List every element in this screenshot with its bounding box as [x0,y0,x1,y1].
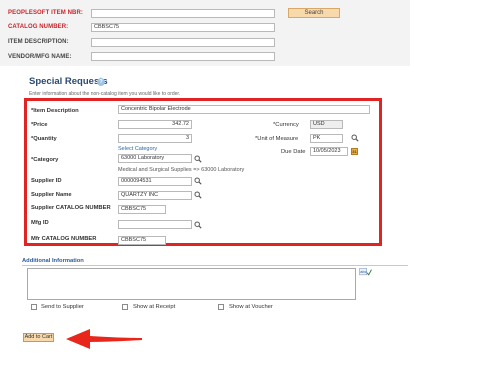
catalog-number-label: CATALOG NUMBER: [8,24,69,30]
peoplesoft-item-input[interactable] [91,9,275,18]
spell-check-icon[interactable]: abc [359,268,372,276]
supplier-catalog-input[interactable]: CBBSC75 [118,205,166,214]
additional-information-title: Additional Information [22,258,84,264]
item-description-label: *Item Description [31,108,79,114]
show-at-voucher-checkbox[interactable] [218,304,224,310]
svg-text:abc: abc [360,269,366,274]
additional-information-textarea[interactable] [27,268,356,300]
search-button[interactable]: Search [288,8,340,18]
item-description-input[interactable]: Concentric Bipolar Electrode [118,105,370,114]
special-requests-title: Special Requests [29,76,108,87]
mfr-catalog-label: Mfr CATALOG NUMBER [31,236,97,242]
add-to-cart-button[interactable]: Add to Cart [23,333,54,342]
mfg-id-label: Mfg ID [31,220,49,226]
special-requests-description: Enter information about the non-catalog … [29,91,181,97]
supplier-id-input[interactable]: 0000094531 [118,177,192,186]
section-divider [22,265,408,266]
price-input[interactable]: 342.72 [118,120,192,129]
send-to-supplier-label: Send to Supplier [41,304,84,310]
catalog-number-input[interactable]: CBBSC75 [91,23,275,32]
lookup-icon[interactable] [194,221,202,229]
lookup-icon[interactable] [194,177,202,185]
quantity-label: *Quantity [31,136,57,142]
show-at-receipt-checkbox[interactable] [122,304,128,310]
uom-input[interactable]: PK [310,134,343,143]
quantity-input[interactable]: 3 [118,134,192,143]
mfr-catalog-input[interactable]: CBBSC75 [118,236,166,245]
calendar-icon[interactable]: 31 [351,148,358,155]
supplier-name-input[interactable]: QUARTZY INC [118,191,192,200]
due-date-label: Due Date [281,149,306,155]
supplier-catalog-label: Supplier CATALOG NUMBER [31,205,111,211]
select-category-link[interactable]: Select Category [118,146,157,152]
lookup-icon[interactable] [194,155,202,163]
show-at-receipt-label: Show at Receipt [133,304,176,310]
supplier-name-label: Supplier Name [31,192,72,198]
category-label: *Category [31,157,59,163]
peoplesoft-item-label: PEOPLESOFT ITEM NBR: [8,10,84,16]
send-to-supplier-checkbox[interactable] [31,304,37,310]
arrow-icon [66,329,142,349]
show-at-voucher-label: Show at Voucher [229,304,273,310]
mfg-id-input[interactable] [118,220,192,229]
supplier-id-label: Supplier ID [31,178,62,184]
vendor-mfg-input[interactable] [91,52,275,61]
category-description: Medical and Surgical Supplies => 63000 L… [118,167,245,173]
item-description-search-input[interactable] [91,38,275,47]
vendor-mfg-label: VENDOR/MFG NAME: [8,54,72,60]
currency-input[interactable]: USD [310,120,343,129]
search-section: PEOPLESOFT ITEM NBR: CATALOG NUMBER: CBB… [0,0,410,66]
help-icon[interactable]: ? [97,78,105,86]
lookup-icon[interactable] [351,134,359,142]
lookup-icon[interactable] [194,191,202,199]
due-date-input[interactable]: 10/05/2023 [310,147,348,156]
item-description-search-label: ITEM DESCRIPTION: [8,39,69,45]
price-label: *Price [31,122,48,128]
currency-label: *Currency [273,122,299,128]
category-input[interactable]: 63000 Laboratory [118,154,192,163]
uom-label: *Unit of Measure [255,136,299,142]
